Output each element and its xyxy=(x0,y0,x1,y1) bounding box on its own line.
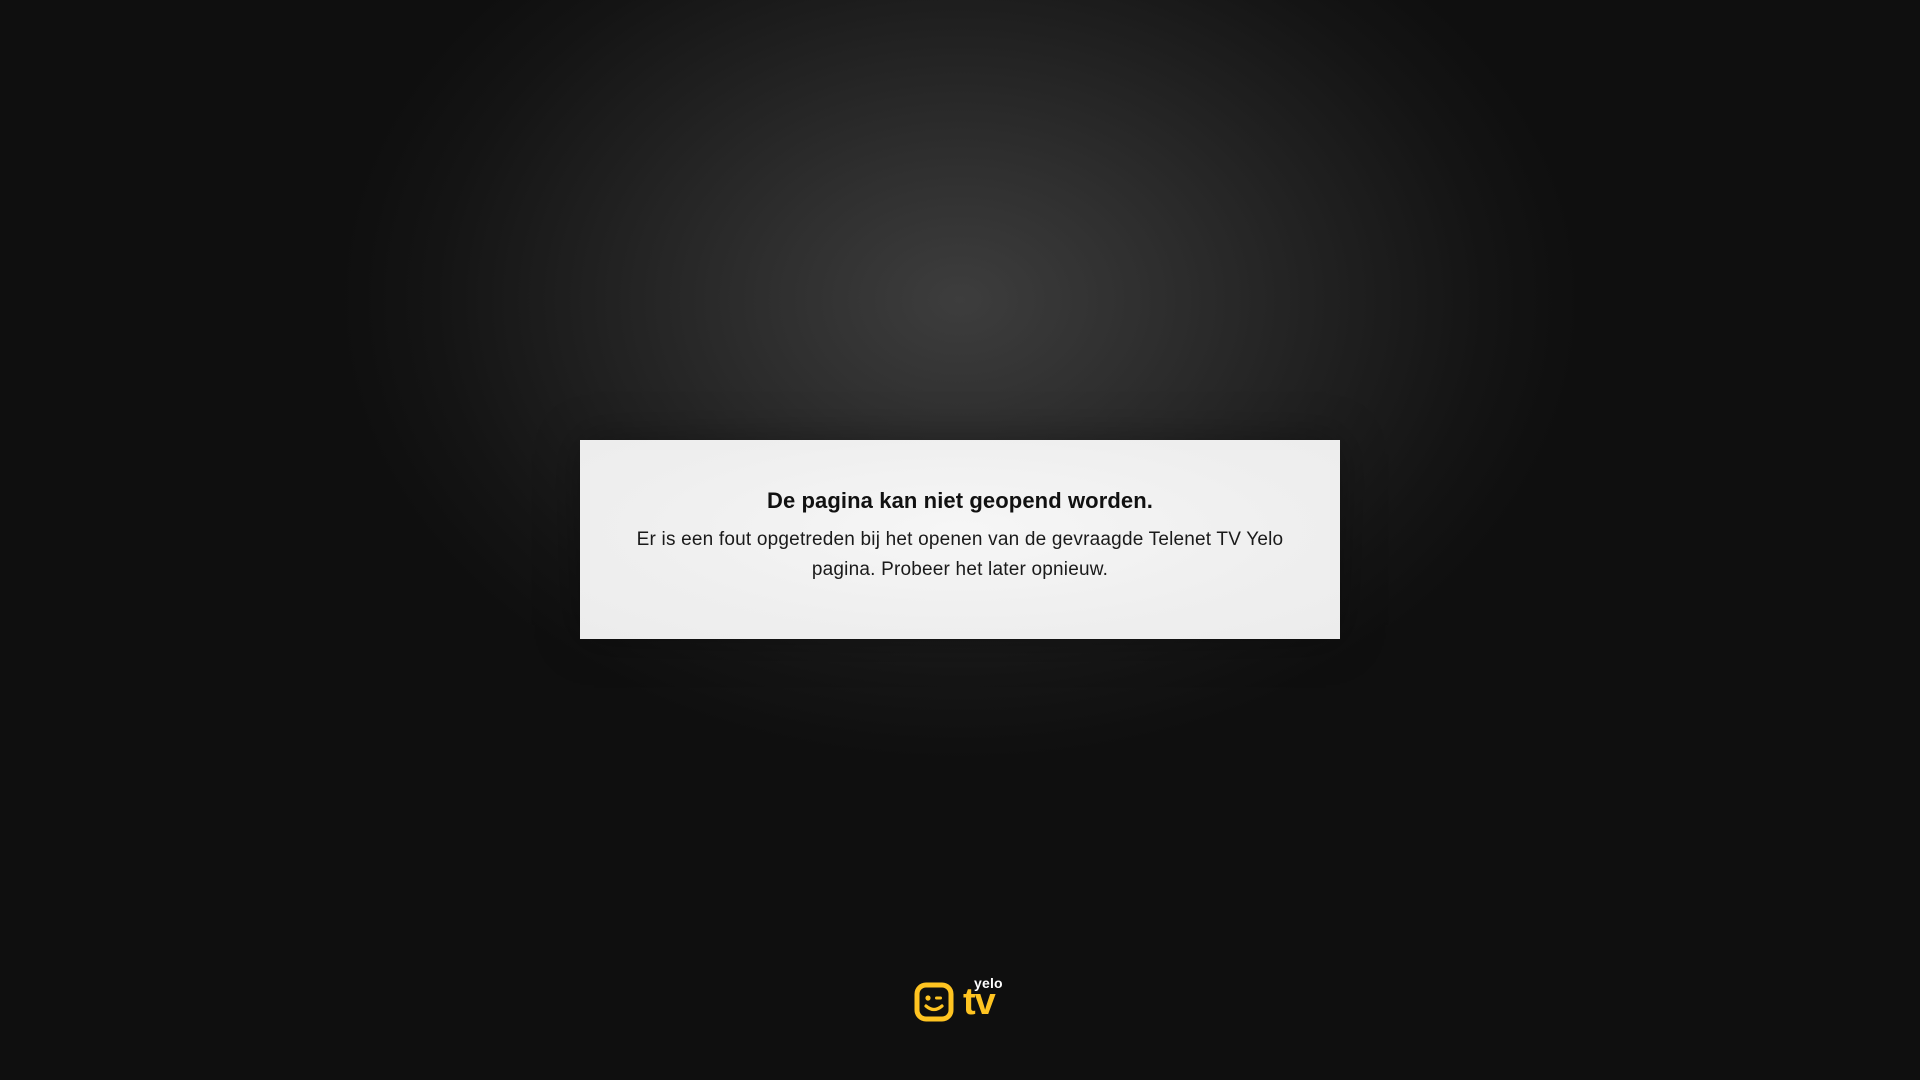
logo-tv-text: tv xyxy=(963,981,996,1023)
error-title: De pagina kan niet geopend worden. xyxy=(766,488,1153,513)
error-message: Er is een fout opgetreden bij het openen… xyxy=(636,529,1284,580)
winking-face-icon xyxy=(914,982,954,1022)
yelo-tv-logo: yelo tv xyxy=(912,976,1008,1022)
error-dialog: De pagina kan niet geopend worden. Er is… xyxy=(580,440,1340,639)
